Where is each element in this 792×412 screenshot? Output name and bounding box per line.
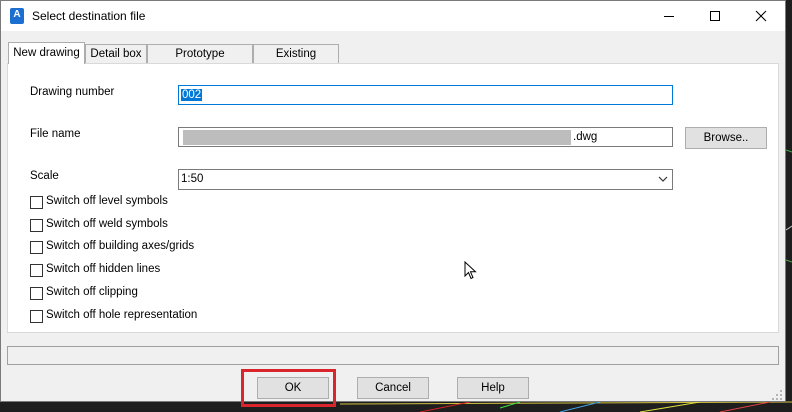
chevron-down-icon [658, 176, 668, 182]
new-drawing-panel: Drawing number 002 File name .dwg Browse… [7, 63, 779, 333]
cancel-button[interactable]: Cancel [357, 377, 429, 399]
scale-dropdown[interactable]: 1:50 [178, 169, 673, 190]
scale-value: 1:50 [181, 173, 204, 185]
checkbox-label: Switch off weld symbols [46, 218, 168, 230]
tab-detail-box[interactable]: Detail box [85, 44, 147, 63]
file-name-input[interactable]: .dwg [178, 127, 673, 147]
maximize-button[interactable] [692, 1, 738, 31]
checkbox-label: Switch off building axes/grids [46, 240, 195, 252]
title-bar[interactable]: A Select destination file [1, 1, 785, 31]
drawing-number-input[interactable]: 002 [178, 85, 673, 105]
select-destination-dialog: A Select destination file New drawing De… [0, 0, 786, 407]
checkbox-label: Switch off hole representation [46, 309, 198, 321]
ok-highlight-box [241, 369, 336, 407]
checkbox-box[interactable] [30, 219, 43, 232]
close-icon [755, 10, 767, 22]
browse-button[interactable]: Browse.. [685, 127, 767, 149]
window-title: Select destination file [32, 9, 146, 23]
checkbox-box[interactable] [30, 241, 43, 254]
file-name-label: File name [30, 128, 81, 140]
checkbox-box[interactable] [30, 196, 43, 209]
scale-label: Scale [30, 170, 59, 182]
checkbox-box[interactable] [30, 287, 43, 300]
checkbox-box[interactable] [30, 310, 43, 323]
checkbox-box[interactable] [30, 264, 43, 277]
drawing-number-label: Drawing number [30, 86, 115, 98]
app-icon: A [10, 8, 24, 24]
redacted-file-name [183, 130, 571, 145]
maximize-icon [710, 11, 720, 21]
drawing-number-value: 002 [181, 89, 203, 101]
checkbox-label: Switch off level symbols [46, 195, 168, 207]
minimize-button[interactable] [646, 1, 692, 31]
mouse-cursor-icon [464, 261, 477, 280]
minimize-icon [664, 16, 674, 17]
file-name-suffix: .dwg [573, 131, 598, 143]
tab-prototype-template[interactable]: Prototype (template) [147, 44, 253, 79]
help-button[interactable]: Help [457, 377, 529, 399]
checkbox-label: Switch off hidden lines [46, 263, 161, 275]
status-bar [7, 346, 779, 365]
tab-existing-drawings[interactable]: Existing drawings [253, 44, 339, 79]
resize-grip-icon[interactable] [771, 389, 783, 401]
tab-new-drawing[interactable]: New drawing [8, 42, 85, 64]
checkbox-label: Switch off clipping [46, 286, 138, 298]
close-button[interactable] [738, 1, 784, 31]
